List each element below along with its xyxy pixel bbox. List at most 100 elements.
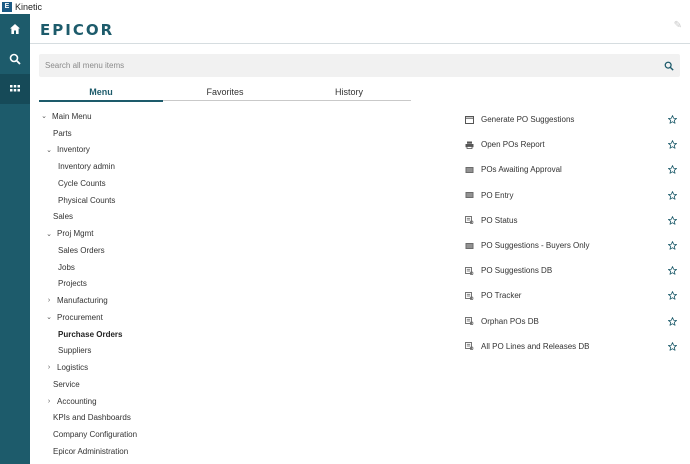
rail-search-button[interactable] (0, 44, 30, 74)
tab-favorites[interactable]: Favorites (163, 85, 287, 100)
tree-item[interactable]: ⌄ Proj Mgmt (40, 225, 300, 242)
printer-icon (465, 140, 474, 149)
tracker-icon (465, 291, 474, 300)
tree-item-label: Sales Orders (58, 245, 105, 255)
tracker-icon (465, 317, 474, 326)
menu-item[interactable]: PO Suggestions - Buyers Only (465, 233, 677, 258)
window-title-bar: E Kinetic (0, 0, 690, 14)
tree-item-label: Physical Counts (58, 195, 116, 205)
menu-item[interactable]: Generate PO Suggestions (465, 107, 677, 132)
tree-item[interactable]: Purchase Orders (40, 326, 300, 343)
tree-item[interactable]: KPIs and Dashboards (40, 410, 300, 427)
favorite-star-icon[interactable] (667, 291, 677, 301)
tree-item-label: Sales (53, 212, 74, 222)
tree-item[interactable]: Cycle Counts (40, 175, 300, 192)
chevron-down-icon[interactable]: ⌄ (45, 146, 53, 154)
menu-items-list: Generate PO Suggestions Open POs Report PO… (465, 107, 677, 359)
chevron-right-icon[interactable]: › (45, 364, 53, 371)
tree-item[interactable]: Projects (40, 276, 300, 293)
favorite-star-icon[interactable] (667, 140, 677, 150)
chevron-right-icon[interactable]: › (45, 297, 53, 304)
favorite-star-icon[interactable] (667, 266, 677, 276)
tree-item[interactable]: Parts (40, 125, 300, 142)
favorite-star-icon[interactable] (667, 190, 677, 200)
menu-item[interactable]: PO Suggestions DB (465, 258, 677, 283)
menu-item[interactable]: Open POs Report (465, 132, 677, 157)
favorite-star-icon[interactable] (667, 215, 677, 225)
rail-home-button[interactable] (0, 14, 30, 44)
favorite-star-icon[interactable] (667, 341, 677, 351)
tree-item-label: Service (53, 379, 80, 389)
tree-item[interactable]: ⌄ Main Menu (40, 108, 300, 125)
tree-item[interactable]: Jobs (40, 259, 300, 276)
home-icon (10, 24, 20, 34)
chevron-down-icon[interactable]: ⌄ (45, 313, 53, 321)
tree-item[interactable]: Inventory admin (40, 158, 300, 175)
menu-item-label[interactable]: PO Entry (481, 191, 667, 200)
menu-item-label[interactable]: POs Awaiting Approval (481, 165, 667, 174)
chevron-down-icon[interactable]: ⌄ (45, 230, 53, 238)
tree-item-label: Jobs (58, 262, 75, 272)
tree-item[interactable]: Company Configuration (40, 426, 300, 443)
search-icon (9, 53, 21, 65)
tree-item-label: Suppliers (58, 346, 92, 356)
menu-item[interactable]: PO Tracker (465, 283, 677, 308)
tree-item-label: Logistics (57, 363, 89, 373)
tree-item[interactable]: Suppliers (40, 343, 300, 360)
tree-item-label: Parts (53, 128, 72, 138)
tracker-icon (465, 216, 474, 225)
menu-item[interactable]: All PO Lines and Releases DB (465, 334, 677, 359)
tree-item[interactable]: Sales (40, 209, 300, 226)
menu-tabs: Menu Favorites History (39, 85, 411, 102)
menu-item-label[interactable]: PO Status (481, 216, 667, 225)
tree-item[interactable]: › Accounting (40, 393, 300, 410)
menu-item[interactable]: POs Awaiting Approval (465, 157, 677, 182)
chevron-down-icon[interactable]: ⌄ (40, 112, 48, 120)
search-icon (664, 61, 674, 71)
favorite-star-icon[interactable] (667, 316, 677, 326)
search-submit-button[interactable] (658, 61, 680, 71)
menu-item-label[interactable]: Open POs Report (481, 140, 667, 149)
tree-item-label: Inventory admin (58, 162, 115, 172)
tab-menu[interactable]: Menu (39, 85, 163, 102)
rail-apps-button[interactable] (0, 74, 30, 104)
favorite-star-icon[interactable] (667, 115, 677, 125)
tree-item[interactable]: Physical Counts (40, 192, 300, 209)
tree-item-label: Cycle Counts (58, 178, 106, 188)
chevron-right-icon[interactable]: › (45, 398, 53, 405)
pin-icon[interactable]: ✎ (674, 20, 682, 31)
tree-item-label: Main Menu (52, 111, 92, 121)
menu-search-input[interactable] (39, 61, 658, 70)
menu-item-label[interactable]: Generate PO Suggestions (481, 115, 667, 124)
tree-item[interactable]: › Manufacturing (40, 292, 300, 309)
tree-item[interactable]: ⌄ Procurement (40, 309, 300, 326)
menu-item-label[interactable]: Orphan POs DB (481, 317, 667, 326)
menu-item-label[interactable]: All PO Lines and Releases DB (481, 342, 667, 351)
form-icon (465, 191, 474, 200)
menu-tree: ⌄ Main Menu Parts ⌄ Inventory Inventory admin… (40, 108, 300, 460)
menu-item[interactable]: Orphan POs DB (465, 309, 677, 334)
tree-item-label: Projects (58, 279, 87, 289)
tree-item[interactable]: Sales Orders (40, 242, 300, 259)
tracker-icon (465, 342, 474, 351)
tree-item[interactable]: ⌄ Inventory (40, 142, 300, 159)
window-icon (465, 115, 474, 124)
menu-item[interactable]: PO Entry (465, 183, 677, 208)
window-title: Kinetic (15, 2, 43, 12)
app-header: EPICOR ✎ (30, 14, 690, 44)
menu-item-label[interactable]: PO Tracker (481, 291, 667, 300)
tree-item[interactable]: Service (40, 376, 300, 393)
tree-item-label: Inventory (57, 145, 90, 155)
tree-item-label: KPIs and Dashboards (53, 413, 131, 423)
menu-item-label[interactable]: PO Suggestions - Buyers Only (481, 241, 667, 250)
menu-item[interactable]: PO Status (465, 208, 677, 233)
tab-history[interactable]: History (287, 85, 411, 100)
tree-item[interactable]: › Logistics (40, 359, 300, 376)
epicor-logo: EPICOR (40, 21, 115, 39)
tree-item[interactable]: Epicor Administration (40, 443, 300, 460)
menu-item-label[interactable]: PO Suggestions DB (481, 266, 667, 275)
tree-item-label: Proj Mgmt (57, 229, 94, 239)
favorite-star-icon[interactable] (667, 165, 677, 175)
favorite-star-icon[interactable] (667, 241, 677, 251)
tree-item-label: Accounting (57, 396, 97, 406)
